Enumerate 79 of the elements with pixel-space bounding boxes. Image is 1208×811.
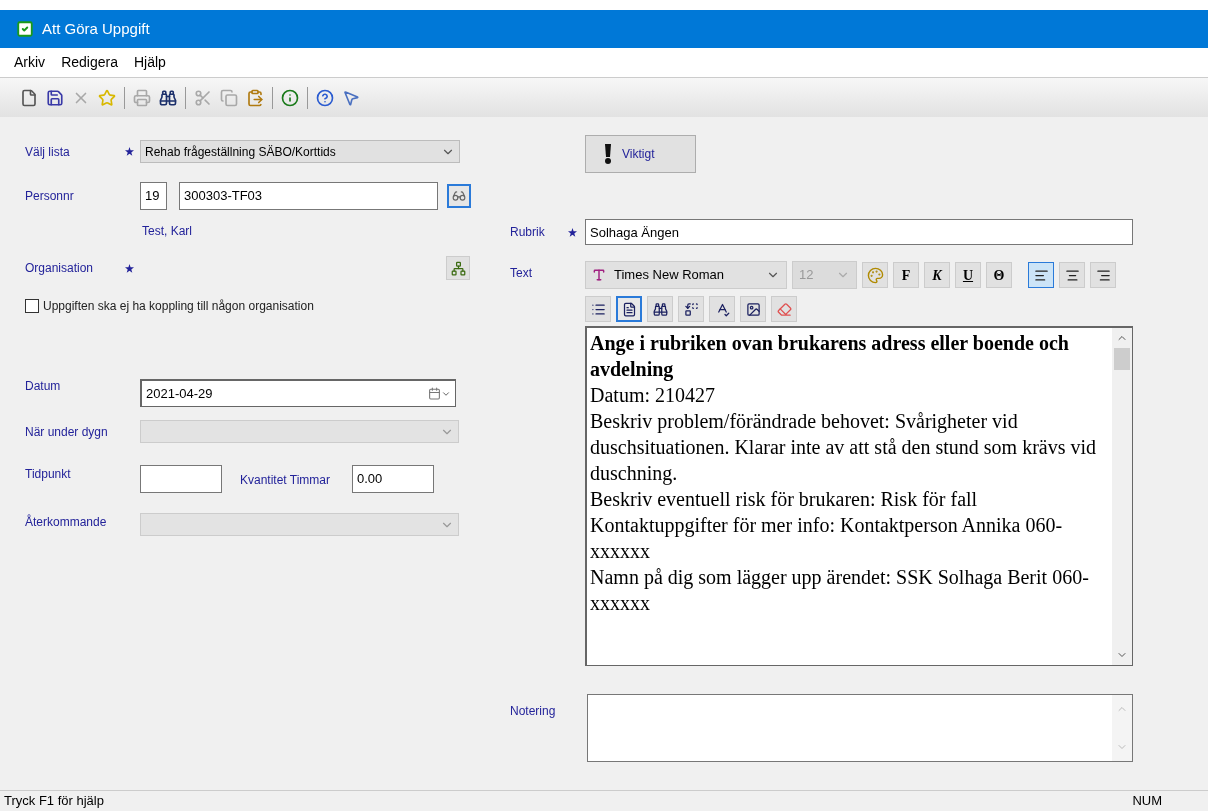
field-label: Text: [510, 265, 533, 282]
format-button[interactable]: F: [893, 262, 919, 288]
checkbox[interactable]: [25, 299, 39, 313]
format-button[interactable]: Θ: [986, 262, 1012, 288]
clipboard-icon[interactable]: [246, 88, 264, 107]
binoculars-icon[interactable]: [159, 88, 177, 107]
field-label: När under dygn: [25, 423, 109, 441]
menu-item[interactable]: Hjälp: [133, 52, 166, 73]
align-icon: [1095, 267, 1111, 283]
editor-tool-button[interactable]: [678, 296, 704, 322]
editor-paragraph: Datum: 210427: [590, 383, 716, 408]
editor-paragraph: Namn på dig som lägger upp ärendet: SSK Solhaga Berit 060-xxxxxx: [590, 565, 1090, 616]
field-label: Organisation: [25, 260, 95, 277]
replace-icon: [683, 301, 699, 317]
info-icon[interactable]: [281, 88, 299, 107]
status-text: Tryck F1 för hjälp: [4, 792, 105, 811]
document-icon: [621, 301, 637, 317]
num-lock-indicator: NUM: [1132, 792, 1162, 811]
field-label: Rubrik: [510, 224, 546, 241]
checkbox-label: Uppgiften ska ej ha koppling till någon organisation: [43, 298, 314, 315]
format-button[interactable]: K: [924, 262, 950, 288]
person-name: Test, Karl: [142, 223, 193, 240]
pointer-help-icon[interactable]: [342, 88, 360, 107]
field-label: Kvantitet Timmar: [240, 472, 332, 489]
editor-tool-button[interactable]: [709, 296, 735, 322]
list-icon: [590, 301, 606, 317]
align-icon: [1064, 267, 1080, 283]
editor-paragraph: Kontaktuppgifter för mer info: Kontaktperson Annika 060-xxxxxx: [590, 513, 1064, 564]
scrollbar-thumb[interactable]: [1114, 348, 1130, 370]
align-button[interactable]: [1090, 262, 1116, 288]
binoculars-icon: [652, 301, 668, 317]
editor-tool-button[interactable]: [740, 296, 766, 322]
glasses-icon: [452, 189, 466, 203]
org-chart-icon: [450, 260, 466, 276]
editor-tool-button[interactable]: [647, 296, 673, 322]
field-label: Datum: [25, 378, 62, 395]
date-picker[interactable]: 2021-04-29: [140, 379, 456, 407]
important-button[interactable]: Viktigt: [585, 135, 696, 173]
field-label: Tidpunkt: [25, 466, 72, 483]
century-field[interactable]: 19: [140, 182, 167, 210]
field-label: Välj lista: [25, 143, 71, 161]
editor-tool-button[interactable]: [585, 296, 611, 322]
field-label: Återkommande: [25, 513, 108, 531]
save-icon[interactable]: [46, 88, 64, 107]
calendar-icon: [428, 387, 441, 400]
align-button[interactable]: [1028, 262, 1054, 288]
field-label: Personnr: [25, 188, 75, 205]
list-dropdown[interactable]: Rehab frågeställning SÄBO/Korttids: [140, 140, 460, 163]
editor-tool-button[interactable]: [616, 296, 642, 322]
note-field[interactable]: [587, 694, 1133, 762]
personnr-field[interactable]: 300303-TF03: [179, 182, 438, 210]
menu-item[interactable]: Arkiv: [14, 52, 46, 73]
palette-icon: [866, 266, 884, 284]
checklist-icon: [16, 20, 34, 38]
picture-icon: [745, 301, 761, 317]
font-dropdown[interactable]: Times New Roman: [585, 261, 787, 289]
menu-item[interactable]: Redigera: [61, 52, 118, 73]
align-button[interactable]: [1059, 262, 1085, 288]
scrollbar[interactable]: [1112, 328, 1132, 665]
color-button[interactable]: [862, 262, 888, 288]
format-button[interactable]: U: [955, 262, 981, 288]
time-field[interactable]: [140, 465, 222, 493]
window-title: Att Göra Uppgift: [42, 18, 150, 39]
editor-paragraph: Ange i rubriken ovan brukarens adress eller boende och avdelning: [590, 331, 1070, 382]
align-icon: [1033, 267, 1049, 283]
field-label: Notering: [510, 703, 557, 720]
editor-paragraph: Beskriv problem/förändrade behovet: Svårigheter vid duschsituationen. Klarar inte av att stå den stund som krävs vid duschning.: [590, 409, 1097, 486]
hours-field[interactable]: 0.00: [352, 465, 434, 493]
text-editor[interactable]: [585, 326, 1133, 666]
organisation-button[interactable]: [446, 256, 470, 280]
editor-paragraph: Beskriv eventuell risk för brukaren: Risk för fall: [590, 487, 979, 512]
new-file-icon[interactable]: [20, 88, 38, 107]
font-icon: [592, 268, 606, 282]
lookup-button[interactable]: [447, 184, 471, 208]
star-icon[interactable]: [98, 88, 116, 107]
exclamation-icon: [604, 144, 612, 164]
help-icon[interactable]: [316, 88, 334, 107]
eraser-icon: [776, 301, 792, 317]
title-field[interactable]: Solhaga Ängen: [585, 219, 1133, 245]
